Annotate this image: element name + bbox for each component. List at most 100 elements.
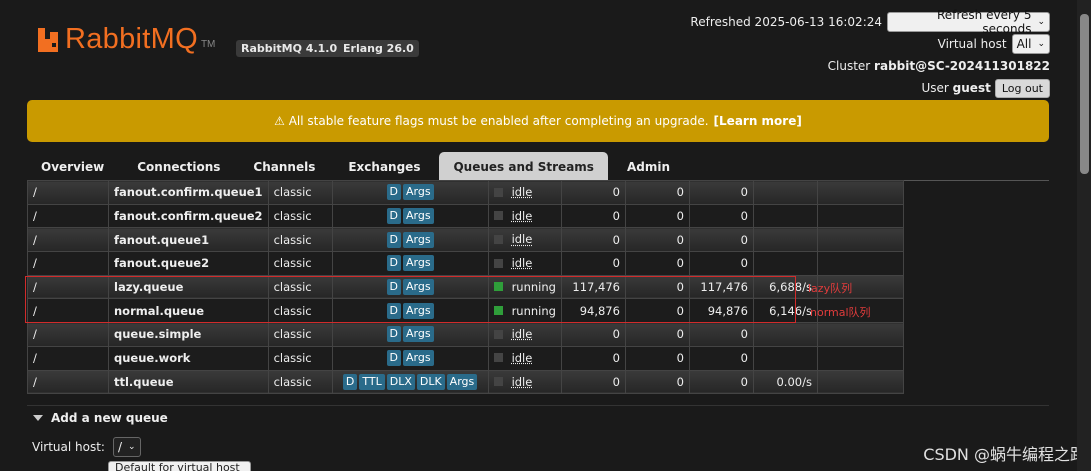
queue-type: classic (267, 369, 333, 395)
state-label: idle (511, 208, 533, 223)
deliver-rate (816, 203, 904, 229)
feature-flags-banner: ⚠ All stable feature flags must be enabl… (27, 100, 1049, 142)
queue-type: classic (267, 227, 333, 253)
queue-type: classic (267, 251, 333, 276)
table-row[interactable]: / ttl.queue classic D TTL DLX DLK Args idle 0 0 0 0.… (27, 369, 904, 395)
queue-state: idle (487, 369, 562, 395)
page-scrollbar[interactable] (1077, 0, 1091, 471)
messages-unacked: 0 (624, 203, 690, 229)
messages-total: 117,476 (688, 274, 754, 300)
scrollbar-thumb[interactable] (1080, 14, 1089, 174)
messages-unacked: 0 (624, 322, 690, 347)
messages-ready: 0 (560, 227, 626, 253)
table-row[interactable]: / lazy.queue classic D Args running 117,476 0 11… (27, 274, 904, 300)
queue-vhost: / (27, 345, 109, 371)
messages-unacked: 0 (624, 369, 690, 395)
messages-ready: 0 (560, 322, 626, 347)
state-indicator-icon (493, 329, 503, 339)
add-queue-type-select[interactable]: Default for virtual host (108, 461, 251, 471)
queue-type: classic (267, 274, 333, 300)
queue-type: classic (267, 345, 333, 371)
table-row[interactable]: / normal.queue classic D Args running 94,876 0 9… (27, 298, 904, 324)
queue-vhost: / (27, 251, 109, 276)
queue-name-link[interactable]: fanout.confirm.queue2 (108, 203, 269, 229)
queue-features: D Args (331, 203, 489, 229)
incoming-rate (752, 227, 818, 253)
queue-name-link[interactable]: fanout.confirm.queue1 (108, 180, 269, 205)
feature-tag: D (386, 279, 402, 296)
queue-state: idle (487, 203, 562, 229)
queue-features: D Args (331, 227, 489, 253)
deliver-rate (816, 251, 904, 276)
chevron-down-icon: ⌄ (128, 442, 136, 452)
messages-unacked: 0 (624, 274, 690, 300)
queue-features: D TTL DLX DLK Args (331, 369, 489, 395)
queue-state: running (487, 298, 562, 324)
queue-type: classic (267, 180, 333, 205)
rabbitmq-logo[interactable]: RabbitMQ TM (38, 25, 215, 54)
messages-total: 94,876 (688, 298, 754, 324)
queue-name-link[interactable]: normal.queue (108, 298, 269, 324)
feature-tag: TTL (359, 373, 385, 390)
add-queue-vhost-row: Virtual host: / ⌄ (32, 437, 141, 457)
feature-tag: Args (446, 373, 478, 390)
table-row[interactable]: / fanout.queue1 classic D Args idle 0 0 0 (27, 227, 904, 253)
incoming-rate (752, 180, 818, 205)
feature-tag: Args (403, 326, 434, 343)
queue-name-link[interactable]: ttl.queue (108, 369, 269, 395)
state-label: running (511, 279, 556, 294)
queue-state: idle (487, 227, 562, 253)
tab-connections[interactable]: Connections (123, 152, 234, 181)
vhost-label: Virtual host (937, 37, 1007, 51)
add-queue-vhost-select[interactable]: / ⌄ (112, 437, 141, 457)
erlang-version-badge: Erlang 26.0 (338, 40, 419, 57)
table-row[interactable]: / queue.work classic D Args idle 0 0 0 (27, 345, 904, 371)
queue-name-link[interactable]: fanout.queue1 (108, 227, 269, 253)
feature-tag: Args (403, 255, 434, 272)
vhost-select[interactable]: All ⌄ (1011, 34, 1050, 54)
tab-overview[interactable]: Overview (27, 152, 118, 181)
feature-tag: DLX (386, 373, 415, 390)
messages-ready: 0 (560, 203, 626, 229)
tab-admin[interactable]: Admin (613, 152, 684, 181)
deliver-rate (816, 369, 904, 395)
queue-name-link[interactable]: queue.work (108, 345, 269, 371)
state-label: idle (511, 327, 533, 342)
feature-tag: Args (403, 208, 434, 225)
table-row[interactable]: / queue.simple classic D Args idle 0 0 0 (27, 322, 904, 347)
main-tabs: Overview Connections Channels Exchanges … (27, 152, 1049, 181)
tab-channels[interactable]: Channels (239, 152, 329, 181)
feature-tag: D (386, 208, 402, 225)
cluster-name: rabbit@SC-202411301822 (874, 59, 1050, 73)
state-label: idle (511, 256, 533, 271)
tab-exchanges[interactable]: Exchanges (334, 152, 434, 181)
table-row[interactable]: / fanout.queue2 classic D Args idle 0 0 0 (27, 251, 904, 276)
messages-total: 0 (688, 322, 754, 347)
queue-vhost: / (27, 180, 109, 205)
queue-name-link[interactable]: fanout.queue2 (108, 251, 269, 276)
watermark: CSDN @蜗牛编程之路 (923, 445, 1086, 464)
learn-more-link[interactable]: [Learn more] (714, 114, 802, 128)
table-row[interactable]: / fanout.confirm.queue1 classic D Args idle 0 0… (27, 180, 904, 205)
state-indicator-icon (493, 211, 503, 221)
refresh-interval-select[interactable]: Refresh every 5 seconds ⌄ (887, 8, 1050, 36)
table-row[interactable]: / fanout.confirm.queue2 classic D Args idle 0 0… (27, 203, 904, 229)
state-indicator-icon (493, 258, 503, 268)
queue-name-link[interactable]: queue.simple (108, 322, 269, 347)
state-label: idle (511, 185, 533, 200)
queue-features: D Args (331, 180, 489, 205)
queue-features: D Args (331, 345, 489, 371)
rabbitmq-logo-icon (38, 28, 64, 52)
feature-tag: Args (403, 302, 434, 319)
tab-queues-and-streams[interactable]: Queues and Streams (439, 152, 608, 181)
logout-button[interactable]: Log out (994, 78, 1050, 98)
add-queue-label: Add a new queue (51, 410, 168, 425)
queue-name-link[interactable]: lazy.queue (108, 274, 269, 300)
messages-ready: 117,476 (560, 274, 626, 300)
state-indicator-icon (493, 187, 503, 197)
deliver-rate (816, 345, 904, 371)
feature-tag: D (386, 326, 402, 343)
add-queue-toggle[interactable]: Add a new queue (27, 405, 1049, 429)
messages-total: 0 (688, 369, 754, 395)
messages-unacked: 0 (624, 180, 690, 205)
